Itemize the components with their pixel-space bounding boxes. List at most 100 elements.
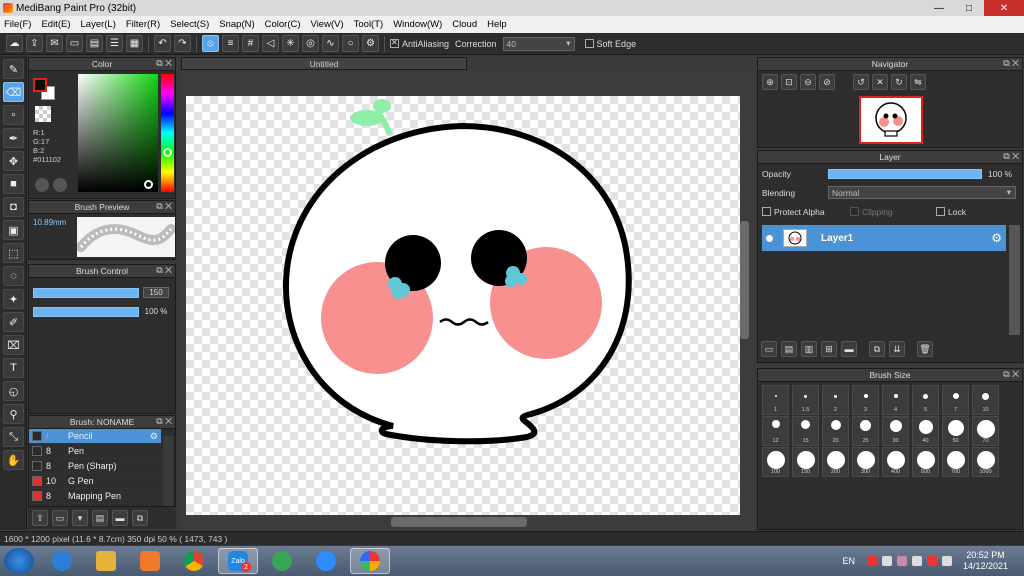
brush-size-slider[interactable] [33,287,139,298]
parallel-snap-icon[interactable]: ≡ [222,35,239,52]
drawing-canvas[interactable] [186,96,740,515]
panel-close-icon[interactable]: ⧉ ✕ [156,201,172,212]
menu-help[interactable]: Help [487,19,507,30]
volume-icon[interactable] [896,556,907,566]
new-layer-icon[interactable]: ▭ [761,341,777,357]
menu-layer[interactable]: Layer(L) [81,19,116,30]
brush-item[interactable]: 10 G Pen [29,474,161,489]
foreground-color-swatch[interactable] [33,78,47,92]
list-icon[interactable]: ☰ [106,35,123,52]
zoom-fit-icon[interactable]: ⊡ [781,74,797,90]
layer-list-scrollbar[interactable] [1009,225,1020,335]
blending-select[interactable]: Normal ▾ [828,186,1016,199]
brush-size-cell[interactable]: 2 [822,385,849,415]
antialias-toggle[interactable]: AntiAliasing [390,38,449,49]
start-button[interactable] [4,548,34,574]
add-brush-icon[interactable]: ⇪ [32,510,48,526]
navigator-thumbnail[interactable] [859,96,923,144]
menu-filter[interactable]: Filter(R) [126,19,160,30]
protect-alpha-toggle[interactable]: Protect Alpha [762,207,850,217]
gradient-tool-icon[interactable]: ▣ [3,220,24,240]
brush-size-cell[interactable]: 25 [852,416,879,446]
comment-icon[interactable]: ✉ [46,35,63,52]
battery-icon[interactable] [941,556,952,566]
menu-window[interactable]: Window(W) [393,19,442,30]
brush-item[interactable]: 8 Pen (Sharp) [29,459,161,474]
eyedropper-icon[interactable]: ⚲ [3,404,24,424]
move-tool-icon[interactable]: ✥ [3,151,24,171]
no-snap-icon[interactable]: ⦸ [202,35,219,52]
zoom-in-icon[interactable]: ⊕ [762,74,778,90]
brush-size-cell[interactable]: 200 [822,447,849,477]
canvas-horizontal-scrollbar[interactable] [391,517,527,527]
bucket-tool-icon[interactable]: ◘ [3,197,24,217]
zoom-actual-icon[interactable]: ⊘ [819,74,835,90]
minimize-button[interactable]: — [924,0,954,16]
brush-list-scrollbar[interactable] [163,436,173,506]
snap-settings-icon[interactable]: ⚙ [362,35,379,52]
hue-slider-handle[interactable] [163,148,172,157]
visibility-icon[interactable] [766,234,773,242]
antivirus-icon[interactable] [866,556,877,566]
clipping-toggle[interactable]: Clipping [850,207,936,217]
canvas-tab[interactable]: Untitled [181,57,467,70]
palette-icon[interactable] [35,178,49,192]
menu-snap[interactable]: Snap(N) [219,19,254,30]
trash-icon[interactable]: 🗑 [917,341,933,357]
menu-tool[interactable]: Tool(T) [354,19,384,30]
eraser-tool-icon[interactable]: ⌫ [3,82,24,102]
layer-opacity-slider[interactable] [828,168,982,179]
clock[interactable]: 20:52 PM 14/12/2021 [963,550,1008,572]
menu-cloud[interactable]: Cloud [452,19,477,30]
brush-size-cell[interactable]: 20 [822,416,849,446]
soft-edge-toggle[interactable]: Soft Edge [584,39,636,49]
brush-size-cell[interactable]: 150 [792,447,819,477]
rotate-right-icon[interactable]: ↻ [891,74,907,90]
panel-close-icon[interactable]: ⧉ ✕ [156,265,172,276]
brush-size-cell[interactable]: 40 [912,416,939,446]
lock-checkbox[interactable] [936,207,945,216]
vanishing-point-snap-icon[interactable]: ◁ [262,35,279,52]
protect-alpha-checkbox[interactable] [762,207,771,216]
taskbar-media[interactable] [130,548,170,574]
brush-size-cell[interactable]: 1.5 [792,385,819,415]
new-folder-icon[interactable]: ▬ [841,341,857,357]
color-wheel-icon[interactable] [53,178,67,192]
brush-size-cell[interactable]: 15 [792,416,819,446]
upload-icon[interactable]: ⇪ [26,35,43,52]
rotate-reset-icon[interactable]: ✕ [872,74,888,90]
antialias-checkbox[interactable] [390,38,399,48]
duplicate-layer-icon[interactable]: ⧉ [869,341,885,357]
canvas-vertical-scrollbar[interactable] [740,221,749,339]
select-pen-icon[interactable]: ✐ [3,312,24,332]
lock-toggle[interactable]: Lock [936,207,966,217]
new-brush-icon[interactable]: ▭ [52,510,68,526]
menu-color[interactable]: Color(C) [265,19,301,30]
new-halftone-layer-icon[interactable]: ▤ [781,341,797,357]
show-hidden-icon[interactable] [881,556,892,566]
duplicate-brush-icon[interactable]: ⧉ [132,510,148,526]
brush-size-cell[interactable]: 1 [762,385,789,415]
menu-edit[interactable]: Edit(E) [41,19,70,30]
brush-item[interactable]: 8 Mapping Pen [29,489,161,504]
panel-close-icon[interactable]: ⧉ ✕ [1003,151,1019,162]
flag-icon[interactable] [926,556,937,566]
brush-tool-icon[interactable]: ✎ [3,59,24,79]
brush-opacity-slider[interactable] [33,306,139,317]
document-icon[interactable]: ▤ [86,35,103,52]
brush-size-cell[interactable]: 300 [852,447,879,477]
brush-folder-icon[interactable]: ▬ [112,510,128,526]
brush-size-cell[interactable]: 500 [912,447,939,477]
new-file-icon[interactable]: ▭ [66,35,83,52]
brush-size-cell[interactable]: 4 [882,385,909,415]
brush-size-cell[interactable]: 7 [942,385,969,415]
brush-menu-icon[interactable]: ▾ [72,510,88,526]
brush-size-cell[interactable]: 30 [882,416,909,446]
circle-snap-icon[interactable]: ◎ [302,35,319,52]
merge-layer-icon[interactable]: ⇊ [889,341,905,357]
operation-tool-icon[interactable]: ⤡ [3,427,24,447]
rotate-left-icon[interactable]: ↺ [853,74,869,90]
menu-view[interactable]: View(V) [311,19,344,30]
brush-settings-icon[interactable]: ▤ [92,510,108,526]
taskbar-zalo[interactable]: Zalo 2 [218,548,258,574]
